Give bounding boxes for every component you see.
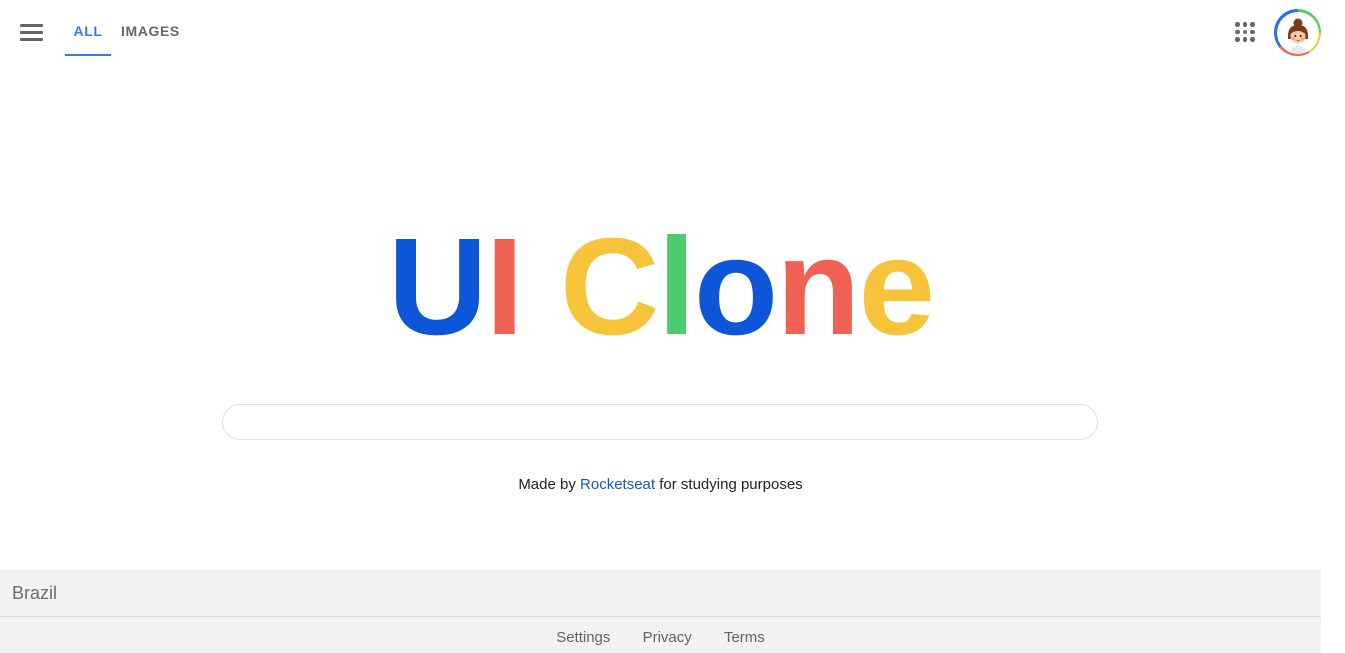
- credit-prefix: Made by: [518, 476, 576, 493]
- settings-link[interactable]: Settings: [556, 629, 610, 646]
- logo: UI Clone: [0, 218, 1321, 356]
- apps-grid-icon[interactable]: [1235, 22, 1255, 42]
- top-bar: ALL IMAGES: [0, 0, 1345, 62]
- logo-letter: U: [387, 210, 488, 364]
- logo-letter: I: [485, 210, 523, 364]
- rocketseat-link[interactable]: Rocketseat: [580, 476, 655, 493]
- terms-link[interactable]: Terms: [724, 629, 765, 646]
- privacy-link[interactable]: Privacy: [643, 629, 692, 646]
- logo-letter: o: [693, 210, 778, 364]
- credit-suffix: for studying purposes: [659, 476, 803, 493]
- tab-images[interactable]: IMAGES: [121, 23, 180, 39]
- search-input[interactable]: [222, 404, 1098, 440]
- logo-letter: l: [657, 210, 696, 364]
- country-label: Brazil: [0, 570, 1321, 617]
- hamburger-menu-icon[interactable]: [20, 24, 43, 42]
- credit-line: Made by Rocketseat for studying purposes: [0, 476, 1321, 493]
- logo-letter: C: [559, 210, 660, 364]
- footer-links: Settings Privacy Terms: [0, 617, 1321, 646]
- tab-all[interactable]: ALL: [65, 23, 111, 56]
- logo-letter: n: [776, 210, 860, 364]
- user-avatar-icon[interactable]: [1274, 9, 1321, 56]
- footer: Brazil Settings Privacy Terms: [0, 570, 1321, 653]
- logo-letter: e: [858, 210, 935, 364]
